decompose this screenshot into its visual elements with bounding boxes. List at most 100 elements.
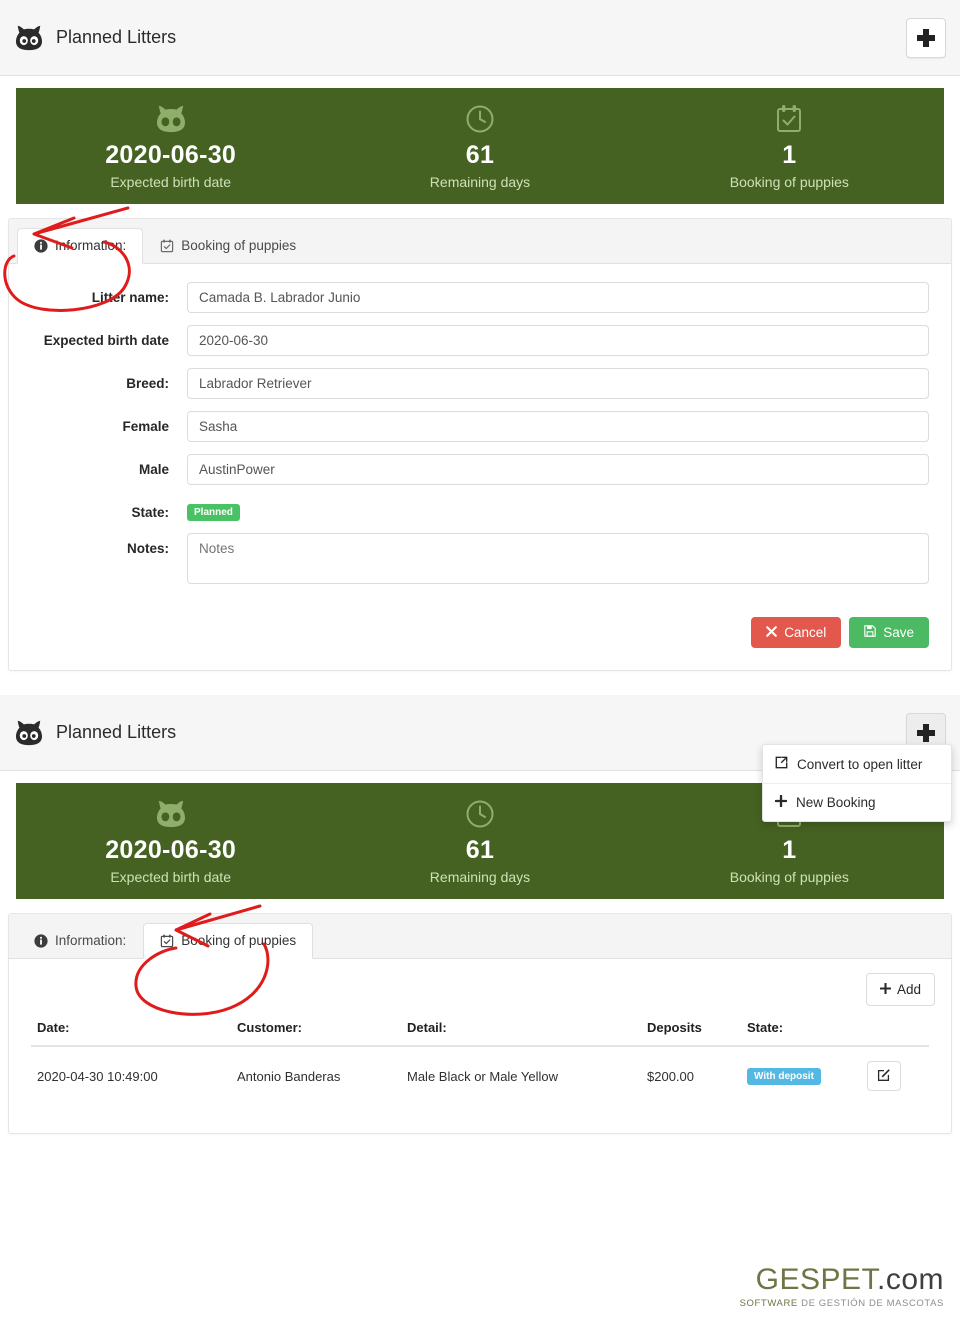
tab-label: Information: <box>55 238 127 253</box>
field-control <box>187 411 929 442</box>
tab-information[interactable]: Information: <box>17 923 143 959</box>
litter-form: Litter name: Expected birth date Breed: … <box>9 264 951 611</box>
save-label: Save <box>883 625 914 640</box>
panel-one-tabstrip: Information: Booking of puppies <box>9 219 951 264</box>
edit-booking-button[interactable] <box>867 1061 901 1091</box>
logo-tagline-rest: DE GESTIÓN DE MASCOTAS <box>797 1298 944 1309</box>
male-input[interactable] <box>187 454 929 485</box>
tab-label: Booking of puppies <box>181 238 297 253</box>
logo-brand-suffix: .com <box>876 1263 944 1296</box>
stat-label: Expected birth date <box>110 173 231 190</box>
panel-two-header: Planned Litters Convert to open litter N… <box>0 695 960 822</box>
stat-label: Remaining days <box>429 868 531 885</box>
stat-expected-birth-date: 2020-06-30 Expected birth date <box>16 797 325 885</box>
form-row-litter-name: Litter name: <box>23 282 929 313</box>
form-row-male: Male <box>23 454 929 485</box>
octocat-icon <box>16 797 325 831</box>
octocat-icon <box>16 102 325 136</box>
floppy-disk-icon <box>864 625 876 640</box>
logo-brand: GESPET <box>755 1263 877 1296</box>
litter-name-input[interactable] <box>187 282 929 313</box>
table-body: 2020-04-30 10:49:00 Antonio Banderas Mal… <box>31 1046 929 1105</box>
status-badge: With deposit <box>747 1068 821 1085</box>
stat-label: Booking of puppies <box>729 868 849 885</box>
plus-icon <box>917 723 935 742</box>
octocat-icon <box>14 720 44 746</box>
clock-icon <box>325 102 634 136</box>
notes-label: Notes: <box>126 541 169 556</box>
panel-one-header-left: Planned Litters <box>14 25 176 51</box>
menu-item-convert-to-open-litter[interactable]: Convert to open litter <box>763 745 951 784</box>
logo-wordmark: GESPET.com <box>740 1265 944 1295</box>
cell-state: With deposit <box>741 1046 861 1105</box>
page-title: Planned Litters <box>56 27 177 47</box>
page-title: Planned Litters <box>56 722 177 742</box>
stat-booking-of-puppies: 1 Booking of puppies <box>635 102 944 190</box>
stat-remaining-days: 61 Remaining days <box>325 102 634 190</box>
col-actions <box>861 1012 929 1047</box>
table-header-row: Date: Customer: Detail: Deposits State: <box>31 1012 929 1047</box>
notes-textarea[interactable] <box>187 533 929 584</box>
add-booking-button[interactable]: Add <box>865 973 935 1006</box>
add-litter-button[interactable] <box>906 17 946 58</box>
calendar-check-icon <box>635 102 944 136</box>
form-row-state: State: Planned <box>23 497 929 521</box>
col-state: State: <box>741 1012 861 1047</box>
field-control <box>187 325 929 356</box>
stat-value: 61 <box>465 141 495 170</box>
clock-icon <box>325 797 634 831</box>
field-control: Planned <box>187 497 929 521</box>
calendar-check-icon <box>160 934 174 948</box>
menu-item-label: Convert to open litter <box>797 756 923 772</box>
cancel-label: Cancel <box>784 625 827 640</box>
cell-actions <box>861 1046 929 1105</box>
form-row-notes: Notes: <box>23 533 929 589</box>
bookings-table: Date: Customer: Detail: Deposits State: … <box>31 1012 929 1105</box>
save-button[interactable]: Save <box>849 617 929 648</box>
times-icon <box>766 625 778 640</box>
form-row-breed: Breed: <box>23 368 929 399</box>
tab-booking-of-puppies[interactable]: Booking of puppies <box>143 923 314 959</box>
add-dropdown-menu: Convert to open litter New Booking <box>762 744 952 822</box>
female-input[interactable] <box>187 411 929 442</box>
stat-label: Booking of puppies <box>729 173 849 190</box>
tab-booking-of-puppies[interactable]: Booking of puppies <box>143 228 313 264</box>
menu-item-label: New Booking <box>796 795 876 810</box>
field-label: Male <box>138 462 169 477</box>
field-label: Breed: <box>126 376 169 391</box>
form-row-expected-birth-date: Expected birth date <box>23 325 929 356</box>
cell-deposits: $200.00 <box>647 1068 694 1084</box>
field-label: Female <box>122 419 169 434</box>
field-control <box>187 368 929 399</box>
menu-item-new-booking[interactable]: New Booking <box>763 784 951 821</box>
plus-icon <box>774 794 788 810</box>
col-detail: Detail: <box>401 1012 641 1047</box>
stat-remaining-days: 61 Remaining days <box>325 797 634 885</box>
info-circle-icon <box>34 238 48 253</box>
field-label: Expected birth date <box>43 333 169 348</box>
external-link-icon <box>775 756 788 772</box>
tab-information[interactable]: Information: <box>17 228 144 264</box>
stat-value: 2020-06-30 <box>105 141 237 170</box>
field-label: Litter name: <box>91 290 169 305</box>
state-label: State: <box>131 505 169 520</box>
panel-gap <box>0 671 960 695</box>
col-deposits: Deposits <box>641 1012 741 1047</box>
expected-birth-date-input[interactable] <box>187 325 929 356</box>
panel-two-card: Information: Booking of puppies Add Date… <box>8 913 952 1134</box>
logo-tagline: SOFTWARE DE GESTIÓN DE MASCOTAS <box>740 1298 944 1309</box>
stat-value: 2020-06-30 <box>105 836 237 865</box>
stat-value: 1 <box>782 141 797 170</box>
cell-date: 2020-04-30 10:49:00 <box>37 1068 158 1084</box>
tab-label: Booking of puppies <box>181 933 297 948</box>
cancel-button[interactable]: Cancel <box>751 617 842 648</box>
stat-expected-birth-date: 2020-06-30 Expected birth date <box>16 102 325 190</box>
stat-label: Remaining days <box>429 173 531 190</box>
panel-one-header: Planned Litters <box>0 0 960 76</box>
col-date: Date: <box>31 1012 231 1047</box>
octocat-icon <box>14 25 44 51</box>
bookings-table-wrap: Date: Customer: Detail: Deposits State: … <box>9 1012 951 1133</box>
plus-icon <box>917 28 935 47</box>
breed-input[interactable] <box>187 368 929 399</box>
stat-label: Expected birth date <box>110 868 231 885</box>
